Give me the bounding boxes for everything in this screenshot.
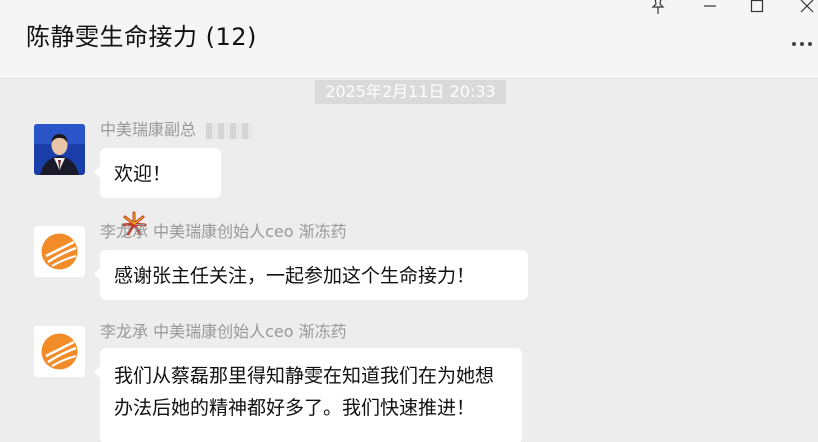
pin-icon[interactable] <box>646 0 670 16</box>
message-bubble[interactable]: 欢迎！ <box>94 148 221 236</box>
close-icon[interactable] <box>795 0 818 16</box>
chat-window: 陈静雯生命接力 (12) 2025年2月11日 20:33 中美瑞康副总 欢迎！… <box>0 0 818 442</box>
sender-name: 中美瑞康副总 <box>100 116 253 140</box>
sender-name: 李龙承 中美瑞康创始人ceo 渐冻药 <box>100 322 347 341</box>
message-timestamp: 2025年2月11日 20:33 <box>315 80 506 104</box>
message-bubble[interactable]: 我们从蔡磊那里得知静雯在知道我们在为她想 办法后她的精神都好多了。我们快速推进！ <box>94 348 522 442</box>
maximize-icon[interactable] <box>745 0 769 16</box>
message-text-line: 我们从蔡磊那里得知静雯在知道我们在为她想 <box>114 365 495 387</box>
orange-logo-avatar[interactable] <box>34 226 85 277</box>
orange-logo-avatar[interactable] <box>34 326 85 377</box>
message-text: 感谢张主任关注，一起参加这个生命接力！ <box>114 264 476 287</box>
chat-title: 陈静雯生命接力 (12) <box>26 23 257 51</box>
message-bubble[interactable]: 感谢张主任关注，一起参加这个生命接力！ <box>94 250 528 300</box>
message-text: 欢迎！ <box>114 162 172 185</box>
message-text-line: 办法后她的精神都好多了。我们快速推进！ <box>114 397 476 419</box>
sender-name: 李龙承 中美瑞康创始人ceo 渐冻药 <box>100 222 347 241</box>
minimize-icon[interactable] <box>698 0 722 16</box>
person-photo-avatar[interactable] <box>34 124 85 175</box>
sender-name-text: 中美瑞康副总 <box>100 120 197 139</box>
chat-header: 陈静雯生命接力 (12) <box>0 0 818 79</box>
more-dots-icon[interactable] <box>788 34 816 54</box>
redacted-name <box>206 122 253 139</box>
